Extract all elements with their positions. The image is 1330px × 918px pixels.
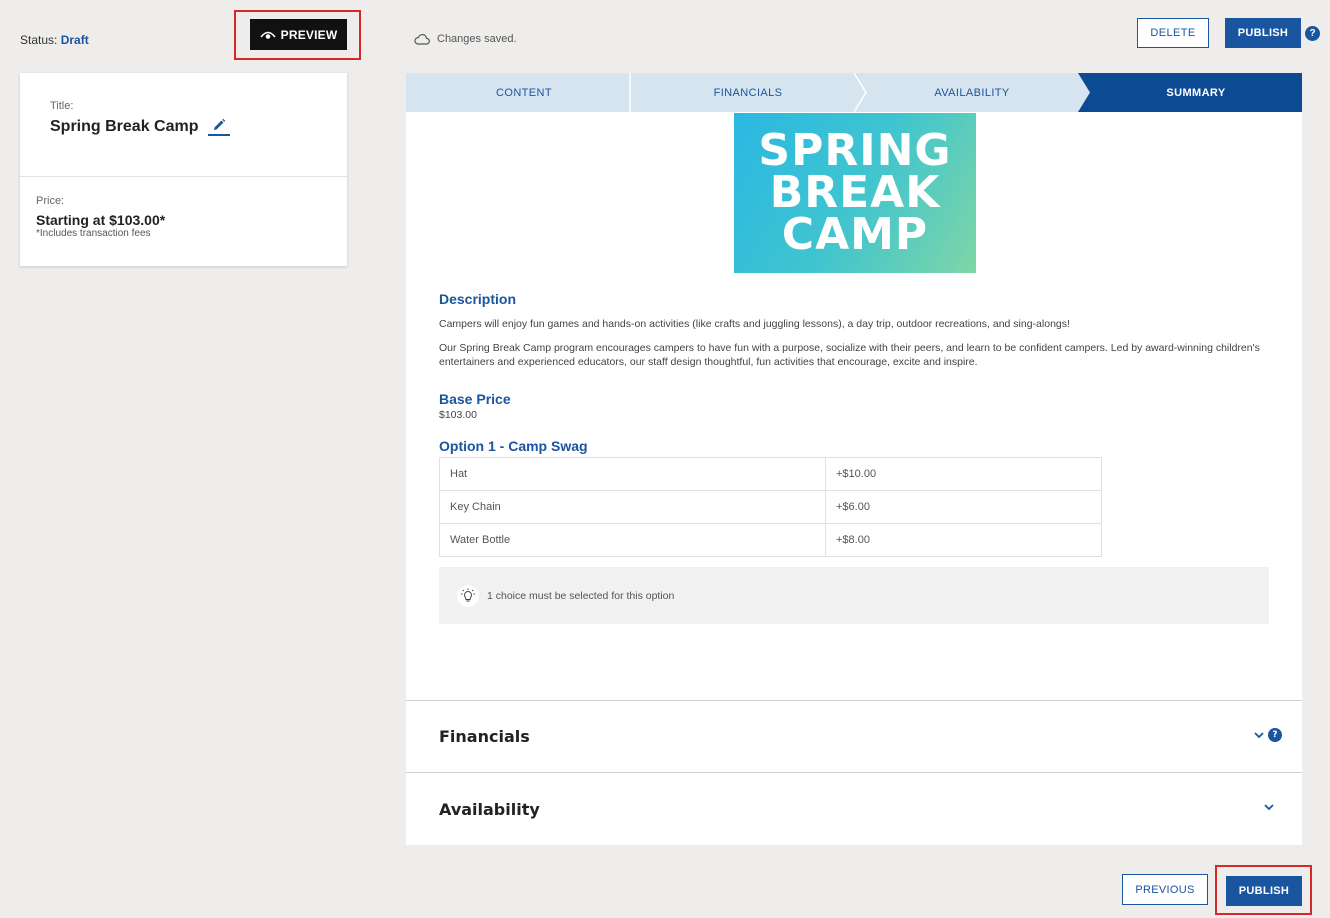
chevron-down-icon bbox=[1264, 804, 1274, 811]
camp-banner-image: SPRING BREAK CAMP bbox=[734, 113, 976, 273]
previous-button[interactable]: PREVIOUS bbox=[1122, 874, 1208, 905]
tab-content[interactable]: CONTENT bbox=[406, 73, 642, 112]
save-status: Changes saved. bbox=[414, 33, 517, 45]
main-panel: CONTENT FINANCIALS AVAILABILITY SUMMARY … bbox=[406, 73, 1302, 845]
pencil-icon bbox=[214, 118, 226, 130]
description-heading: Description bbox=[439, 291, 517, 307]
availability-accordion[interactable]: Availability bbox=[406, 772, 1302, 845]
banner-line-2: BREAK bbox=[769, 167, 941, 218]
option-table: Hat +$10.00 Key Chain +$6.00 Water Bottl… bbox=[439, 457, 1102, 557]
availability-accordion-label: Availability bbox=[439, 799, 540, 819]
banner-line-3: CAMP bbox=[781, 209, 929, 260]
tab-summary[interactable]: SUMMARY bbox=[1090, 73, 1302, 112]
option-price: +$10.00 bbox=[825, 457, 1102, 491]
price-value: Starting at $103.00* bbox=[36, 212, 166, 228]
publish-button-bottom[interactable]: PUBLISH bbox=[1226, 876, 1302, 906]
cloud-icon bbox=[414, 34, 430, 45]
eye-icon bbox=[259, 31, 276, 39]
edit-title-button[interactable] bbox=[208, 118, 231, 136]
description-paragraph-1: Campers will enjoy fun games and hands-o… bbox=[439, 318, 1070, 330]
chevron-down-icon bbox=[1254, 732, 1264, 739]
publish-highlight: PUBLISH bbox=[1215, 865, 1312, 915]
price-label: Price: bbox=[36, 195, 65, 207]
financials-accordion-label: Financials bbox=[439, 727, 530, 746]
summary-content: Description Campers will enjoy fun games… bbox=[439, 291, 1279, 624]
option-name: Key Chain bbox=[439, 490, 826, 524]
banner-line-1: SPRING bbox=[758, 125, 952, 176]
status: Status: Draft bbox=[20, 33, 89, 47]
financials-accordion[interactable]: Financials ? bbox=[406, 700, 1302, 772]
status-label: Status: bbox=[20, 33, 58, 47]
help-icon[interactable]: ? bbox=[1268, 728, 1282, 742]
table-row: Hat +$10.00 bbox=[439, 457, 1102, 491]
option-name: Water Bottle bbox=[439, 523, 826, 557]
tab-financials[interactable]: FINANCIALS bbox=[630, 73, 866, 112]
option-price: +$8.00 bbox=[825, 523, 1102, 557]
delete-button[interactable]: DELETE bbox=[1137, 18, 1209, 48]
option-tip: 1 choice must be selected for this optio… bbox=[439, 567, 1269, 624]
table-row: Key Chain +$6.00 bbox=[439, 490, 1102, 524]
help-icon[interactable]: ? bbox=[1305, 26, 1320, 41]
lightbulb-icon bbox=[457, 584, 479, 607]
status-value: Draft bbox=[60, 33, 89, 47]
option-heading: Option 1 - Camp Swag bbox=[439, 438, 588, 454]
base-price-value: $103.00 bbox=[439, 409, 477, 421]
base-price-heading: Base Price bbox=[439, 391, 511, 407]
title-label: Title: bbox=[50, 100, 74, 112]
saved-text: Changes saved. bbox=[437, 33, 517, 45]
publish-button-top[interactable]: PUBLISH bbox=[1225, 18, 1301, 48]
preview-button[interactable]: PREVIEW bbox=[250, 19, 347, 50]
table-row: Water Bottle +$8.00 bbox=[439, 523, 1102, 557]
fees-note: *Includes transaction fees bbox=[36, 228, 151, 239]
description-paragraph-2: Our Spring Break Camp program encourages… bbox=[439, 342, 1260, 368]
tip-text: 1 choice must be selected for this optio… bbox=[487, 589, 675, 602]
camp-title: Spring Break Camp bbox=[50, 118, 199, 135]
option-price: +$6.00 bbox=[825, 490, 1102, 524]
summary-card: Title: Spring Break Camp Price: Starting… bbox=[20, 73, 347, 266]
option-name: Hat bbox=[439, 457, 826, 491]
preview-label: PREVIEW bbox=[280, 27, 338, 42]
step-tabs: CONTENT FINANCIALS AVAILABILITY SUMMARY bbox=[406, 73, 1302, 112]
preview-highlight: PREVIEW bbox=[234, 10, 361, 60]
tab-availability[interactable]: AVAILABILITY bbox=[856, 73, 1088, 112]
